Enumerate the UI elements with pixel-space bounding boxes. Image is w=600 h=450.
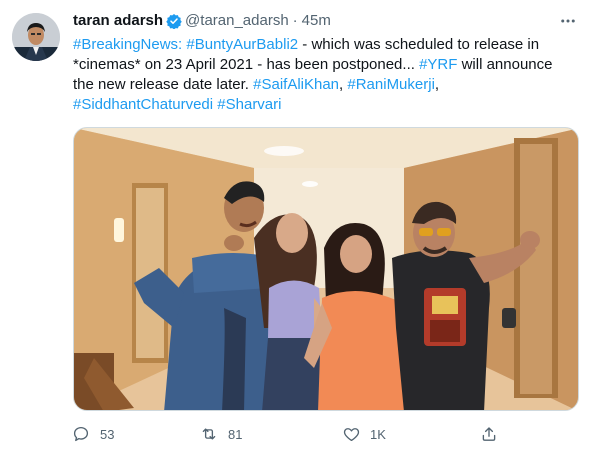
heart-icon (334, 420, 368, 448)
tweet-text-segment: , (434, 76, 440, 93)
avatar[interactable] (12, 13, 60, 61)
reply-button[interactable]: 53 (64, 420, 114, 448)
timestamp[interactable]: 45m (302, 10, 331, 32)
like-count: 1K (370, 426, 386, 442)
retweet-count: 81 (228, 426, 243, 442)
tweet-content: taran adarsh @taran_adarsh · 45m #Breaki… (73, 10, 583, 115)
tweet-photo[interactable] (73, 127, 579, 411)
like-button[interactable]: 1K (334, 420, 386, 448)
display-name[interactable]: taran adarsh (73, 10, 163, 32)
share-icon (472, 420, 506, 448)
reply-count: 53 (100, 426, 115, 442)
retweet-button[interactable]: 81 (192, 420, 242, 448)
retweet-icon (192, 420, 226, 448)
handle[interactable]: @taran_adarsh (185, 10, 289, 32)
hashtag-link[interactable]: #BreakingNews: (73, 36, 182, 53)
more-icon[interactable] (553, 10, 583, 32)
hashtag-link[interactable]: #Sharvari (217, 96, 281, 113)
reply-icon (64, 420, 98, 448)
hashtag-link[interactable]: #SaifAliKhan (253, 76, 339, 93)
share-button[interactable] (472, 420, 506, 448)
hashtag-link[interactable]: #SiddhantChaturvedi (73, 96, 213, 113)
hashtag-link[interactable]: #BuntyAurBabli2 (186, 36, 298, 53)
tweet-header: taran adarsh @taran_adarsh · 45m (73, 10, 583, 32)
hashtag-link[interactable]: #RaniMukerji (347, 76, 435, 93)
hashtag-link[interactable]: #YRF (419, 56, 457, 73)
separator-dot: · (292, 12, 298, 29)
tweet[interactable]: taran adarsh @taran_adarsh · 45m #Breaki… (0, 0, 600, 450)
tweet-actions: 53 81 1K (64, 420, 504, 448)
tweet-text: #BreakingNews: #BuntyAurBabli2 - which w… (73, 35, 573, 115)
verified-badge-icon (166, 13, 182, 30)
